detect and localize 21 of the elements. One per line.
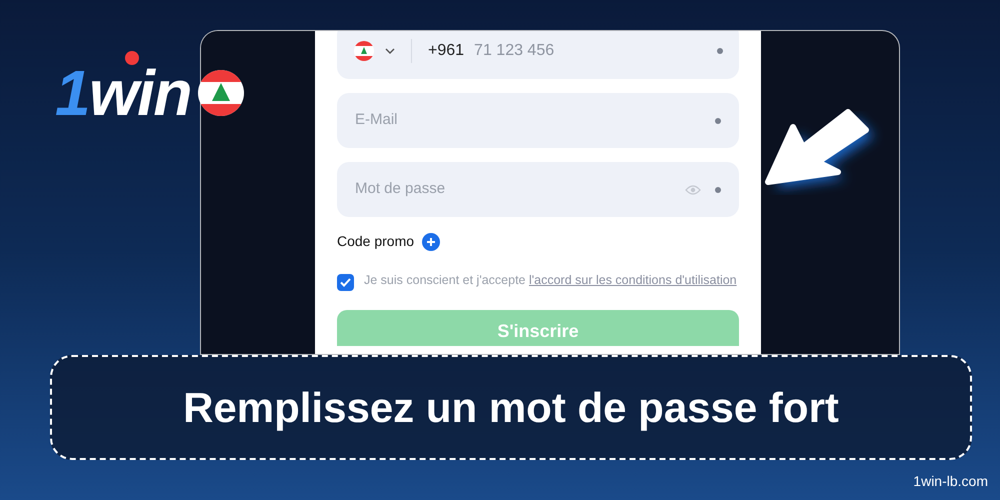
password-field[interactable]: Mot de passe <box>337 162 739 217</box>
terms-link[interactable]: l'accord sur les conditions d'utilisation <box>528 273 737 287</box>
plus-icon <box>426 236 436 246</box>
promo-label: Code promo <box>337 232 414 251</box>
placeholder-text: E-Mail <box>355 110 399 130</box>
flag-icon <box>353 40 375 62</box>
logo-digit: 1 <box>55 66 89 120</box>
email-field[interactable]: E-Mail <box>337 93 739 148</box>
terms-text: Je suis conscient et j'accepte l'accord sur les conditions d'utilisation <box>364 272 737 288</box>
caption-text: Remplissez un mot de passe fort <box>183 383 839 433</box>
site-address: 1win-lb.com <box>913 472 988 491</box>
logo-word: win <box>89 66 191 120</box>
phone-placeholder: 71 123 456 <box>474 41 554 61</box>
phone-field[interactable]: +961 71 123 456 <box>337 31 739 79</box>
submit-button[interactable]: S'inscrire <box>337 310 739 346</box>
placeholder-text: Mot de passe <box>355 179 446 200</box>
add-promo-button[interactable] <box>422 232 440 250</box>
terms-checkbox[interactable] <box>337 274 354 291</box>
phone-code: +961 <box>428 41 464 61</box>
caret-icon[interactable] <box>385 48 395 54</box>
checkmark-icon <box>340 278 351 287</box>
